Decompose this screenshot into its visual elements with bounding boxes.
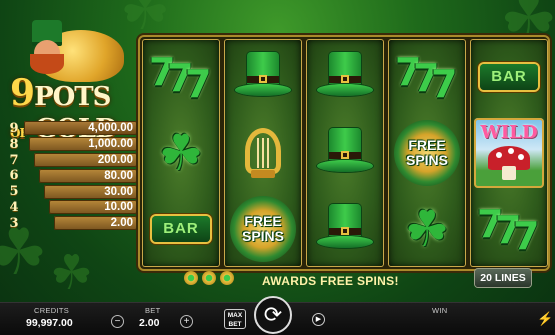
triple-seven-icon: 777: [395, 50, 458, 106]
triple-seven-icon: 777: [149, 50, 212, 106]
background-clover-icon: ☘: [50, 247, 94, 300]
game-screen: ☘ ☘ ☘ ☘ 9POTS OF GOLD 94,000.0081,000.00…: [0, 0, 555, 335]
lines-indicator[interactable]: 20 LINES: [475, 269, 531, 287]
leprechaun-beard-icon: [30, 54, 64, 74]
paytable-row: 4 10.00: [6, 200, 137, 215]
bet-label: BET: [145, 306, 161, 315]
free-spins-icon: FREE SPINS: [230, 196, 296, 262]
paytable-row: 7 200.00: [6, 153, 137, 168]
paytable-prize: 2.00: [54, 216, 137, 231]
reel: 7 7 7 ☘ BAR: [142, 39, 220, 267]
bar-icon: BAR: [152, 216, 210, 242]
reel-cell: ☘: [142, 115, 220, 191]
credits-value: 99,997.00: [26, 317, 73, 329]
paytable: 9 4,000.00 8 1,000.00 7 200.00 6 80.00 5 30.00 4 10…: [6, 121, 137, 232]
bet-decrease-button[interactable]: −: [111, 315, 124, 328]
paytable-prize: 200.00: [34, 152, 137, 167]
reel-cell: BAR: [142, 191, 220, 267]
paytable-pot-count: 4: [9, 199, 19, 215]
paytable-row: 6 80.00: [6, 168, 137, 183]
scatter-coin-icons: [184, 271, 234, 285]
control-bar: CREDITS 99,997.00 − BET 2.00 + MAX BET ⟳ …: [0, 296, 555, 335]
paytable-pot-count: 8: [9, 136, 19, 152]
play-icon: ▶: [315, 316, 322, 323]
win-label: WIN: [432, 306, 448, 315]
reel-cell: [224, 115, 302, 191]
paytable-prize: 10.00: [49, 200, 137, 215]
reel-cell: [306, 39, 384, 115]
spin-button[interactable]: ⟳: [254, 296, 292, 334]
top-hat-icon: [315, 200, 375, 258]
clover-icon: ☘: [404, 201, 450, 257]
game-logo: 9POTS OF GOLD: [8, 14, 130, 144]
reel-cell: [306, 115, 384, 191]
reel-cell: ☘: [388, 191, 466, 267]
wild-mushroom-icon: WILD: [474, 118, 544, 188]
clover-icon: ☘: [158, 125, 204, 181]
top-hat-icon: [233, 48, 293, 106]
bar-icon: BAR: [480, 64, 538, 90]
reel: FREE SPINS: [224, 39, 302, 267]
paytable-row: 8 1,000.00: [6, 137, 137, 152]
reel: BAR WILD 7 7 7: [470, 39, 548, 267]
paytable-row: 3 2.00: [6, 216, 137, 231]
paytable-row: 9 4,000.00: [6, 121, 137, 136]
coin-icon: [184, 271, 198, 285]
triple-seven-icon: 777: [477, 202, 540, 258]
harp-icon: [241, 126, 285, 180]
coin-icon: [220, 271, 234, 285]
top-hat-icon: [315, 48, 375, 106]
win-message: AWARDS FREE SPINS!: [262, 274, 399, 288]
credits-label: CREDITS: [34, 306, 70, 315]
spin-arrows-icon: ⟳: [263, 302, 283, 327]
turbo-bolt-icon[interactable]: ⚡: [537, 311, 553, 327]
reel-cell: 777: [388, 39, 466, 115]
paytable-pot-count: 3: [9, 215, 19, 231]
reel: 7 7 7 FREE SPINS ☘: [388, 39, 466, 267]
paytable-pot-count: 6: [9, 168, 19, 184]
top-hat-icon: [315, 124, 375, 182]
reel-cell: [306, 191, 384, 267]
reel: [306, 39, 384, 267]
paytable-prize: 30.00: [44, 184, 137, 199]
free-spins-icon: FREE SPINS: [394, 120, 460, 186]
reel-cell: FREE SPINS: [388, 115, 466, 191]
reel-cell: FREE SPINS: [224, 191, 302, 267]
reel-cell: 777: [142, 39, 220, 115]
paytable-row: 5 30.00: [6, 184, 137, 199]
reel-cell: [224, 39, 302, 115]
autoplay-button[interactable]: ▶: [312, 313, 325, 326]
reel-area: 7 7 7 ☘ BAR FREE SPINS 7 7 7 FREE SPINS ☘ BAR WILD 7 7 7: [140, 37, 548, 269]
paytable-prize: 4,000.00: [24, 121, 137, 136]
reel-cell: BAR: [470, 39, 548, 115]
bet-increase-button[interactable]: +: [180, 315, 193, 328]
coin-icon: [202, 271, 216, 285]
paytable-prize: 80.00: [39, 168, 137, 183]
paytable-pot-count: 5: [9, 184, 19, 200]
paytable-prize: 1,000.00: [29, 137, 137, 152]
reel-cell: WILD: [470, 115, 548, 191]
paytable-pot-count: 7: [9, 152, 19, 168]
bet-value: 2.00: [139, 317, 160, 329]
reel-cell: 777: [470, 191, 548, 267]
max-bet-button[interactable]: MAX BET: [224, 309, 246, 329]
paytable-pot-count: 9: [9, 120, 19, 136]
